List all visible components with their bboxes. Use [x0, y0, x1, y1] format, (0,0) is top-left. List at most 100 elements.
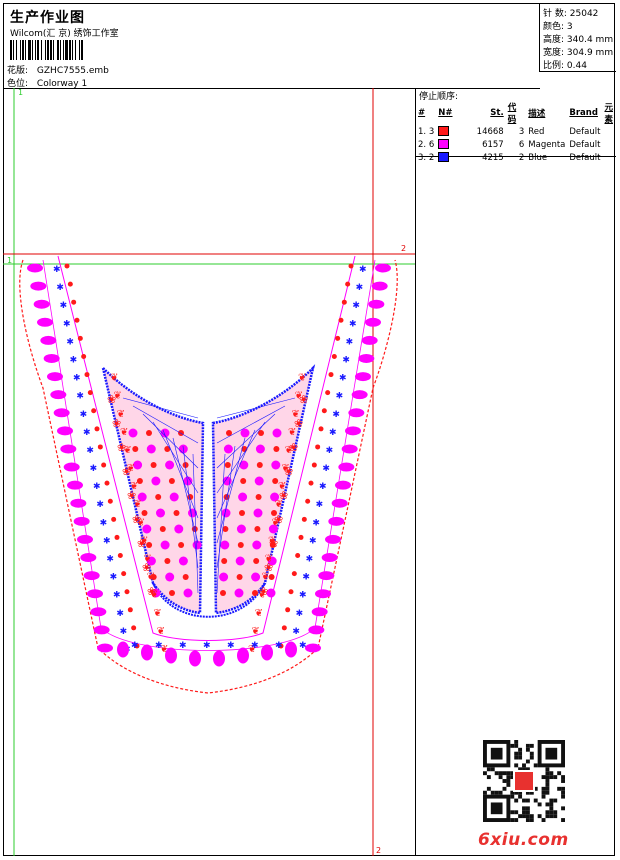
svg-text:✱: ✱	[275, 641, 283, 651]
svg-text:❀: ❀	[147, 585, 156, 598]
svg-text:❀: ❀	[289, 441, 298, 454]
svg-text:✱: ✱	[309, 536, 317, 546]
stat-scale: 比例: 0.44	[543, 61, 587, 71]
color-swatch	[438, 126, 450, 137]
design-row: 花版: GZHC7555.emb	[7, 63, 109, 76]
svg-text:✱: ✱	[83, 428, 91, 438]
svg-text:❦: ❦	[157, 626, 165, 637]
svg-text:✱: ✱	[332, 410, 340, 420]
svg-text:✱: ✱	[316, 500, 324, 510]
stop-sequence-table: # N# St. 代码 描述 Brand 元素 1. 3 14668 3 Red…	[417, 101, 616, 164]
svg-text:✱: ✱	[179, 641, 187, 651]
svg-text:❦: ❦	[153, 608, 161, 619]
col-needle: N#	[438, 108, 453, 118]
svg-text:✱: ✱	[100, 518, 108, 528]
svg-text:✱: ✱	[227, 641, 235, 651]
svg-text:❀: ❀	[107, 393, 116, 406]
svg-text:❦: ❦	[110, 373, 118, 384]
svg-text:✱: ✱	[76, 392, 84, 402]
svg-text:✱: ✱	[319, 482, 327, 492]
svg-text:✱: ✱	[155, 641, 163, 651]
svg-text:✱: ✱	[113, 591, 121, 601]
svg-text:✱: ✱	[53, 265, 61, 275]
guide-marker-2-bottom: 2	[376, 846, 382, 855]
col-element: 元素	[604, 103, 613, 125]
svg-text:✱: ✱	[251, 641, 259, 651]
stat-colors: 颜色: 3	[543, 22, 573, 32]
svg-text:✱: ✱	[342, 355, 350, 365]
svg-text:✱: ✱	[80, 410, 88, 420]
svg-text:✱: ✱	[326, 446, 334, 456]
stop-table-header: # N# St. 代码 描述 Brand 元素	[417, 101, 616, 125]
header: 生产作业图 Wilcom(汇 京) 绣饰工作室 花版: GZHC7555.emb…	[3, 3, 540, 89]
qr-code-icon	[483, 740, 565, 822]
page-title: 生产作业图	[10, 10, 85, 26]
svg-text:❀: ❀	[142, 561, 151, 574]
svg-text:✱: ✱	[116, 609, 124, 619]
stat-height: 高度: 340.4 mm	[543, 35, 614, 45]
svg-text:✱: ✱	[322, 464, 330, 474]
svg-text:✱: ✱	[312, 518, 320, 528]
svg-text:✱: ✱	[306, 555, 314, 565]
svg-text:✱: ✱	[73, 374, 81, 384]
color-swatch	[438, 139, 450, 150]
svg-text:❀: ❀	[294, 417, 303, 430]
svg-text:✱: ✱	[103, 536, 111, 546]
svg-text:✱: ✱	[329, 428, 337, 438]
svg-text:❀: ❀	[279, 489, 288, 502]
embroidery-design: ✱ ✱✱ ✱✱ ✱✱ ✱✱ ✱✱ ✱✱ ✱❦ ❦✱ ✱❦ ❦✱ ✱❦ ❦✱ ✱❦ ❦✱ ✱❦ ❦✱ ✱❦ ❦✱ ✱❦ ❦…	[3, 88, 415, 856]
svg-text:✱: ✱	[56, 283, 64, 293]
table-row: 2. 6 6157 6 Magenta Default	[418, 139, 601, 150]
svg-text:✱: ✱	[292, 627, 300, 637]
design-stats: 针 数: 25042 颜色: 3 高度: 340.4 mm 宽度: 304.9 …	[539, 3, 616, 72]
svg-text:✱: ✱	[302, 573, 310, 583]
design-canvas[interactable]: ✱ ✱ ✱ ✱ ✱ ✱ ✱ ✱ ✱ ✱ ✱ ✱ ✱ ✱ ❦ ❦ ✱ ✱ ❦ ❦ ✱ ✱ ❦ ❦ ✱ ✱ ❦ ❦ ✱ ✱ ❦ ❦ ✱ ✱ ❦ ❦ ✱ ✱ ❦ ❦…	[3, 88, 415, 856]
svg-text:❦: ❦	[120, 427, 128, 438]
stat-stitches: 针 数: 25042	[543, 9, 599, 19]
inner-magenta-edge	[57, 255, 356, 641]
table-row: 1. 3 14668 3 Red Default	[418, 126, 601, 137]
table-row: 3. 2 4215 2 Blue Default	[418, 152, 601, 163]
svg-text:❀: ❀	[117, 441, 126, 454]
svg-text:❦: ❦	[251, 626, 259, 637]
svg-text:✱: ✱	[60, 301, 68, 311]
svg-text:✱: ✱	[66, 337, 74, 347]
svg-text:❀: ❀	[259, 585, 268, 598]
svg-text:❀: ❀	[122, 465, 131, 478]
outer-scallop-border	[19, 259, 398, 694]
svg-text:❀: ❀	[284, 465, 293, 478]
svg-text:✱: ✱	[346, 337, 354, 347]
svg-text:❀: ❀	[264, 561, 273, 574]
company-name: Wilcom(汇 京) 绣饰工作室	[10, 29, 119, 39]
svg-text:❀: ❀	[274, 513, 283, 526]
svg-text:✱: ✱	[131, 641, 139, 651]
svg-text:✱: ✱	[70, 355, 78, 365]
col-index: #	[418, 108, 426, 118]
svg-text:✱: ✱	[93, 482, 101, 492]
border-motifs: ✱ ✱✱ ✱✱ ✱✱ ✱✱ ✱✱ ✱✱ ✱❦ ❦✱ ✱❦ ❦✱ ✱❦ ❦✱ ✱❦ ❦✱ ✱❦ ❦✱ ✱❦ ❦✱ ✱❦ ❦…	[27, 263, 391, 667]
stop-sequence-box: 停止顺序: # N# St. 代码 描述 Brand 元素 1. 3 14668	[416, 88, 616, 163]
svg-text:❀: ❀	[299, 393, 308, 406]
svg-text:✱: ✱	[110, 573, 118, 583]
col-stitches: St.	[490, 108, 504, 118]
guide-marker-2-right: 2	[401, 244, 407, 253]
guide-marker-1-top: 1	[18, 88, 24, 97]
svg-text:✱: ✱	[106, 555, 114, 565]
barcode	[10, 40, 155, 60]
design-value: GZHC7555.emb	[36, 66, 109, 76]
svg-text:✱: ✱	[299, 591, 307, 601]
watermark-brand: 6xiu.com	[478, 830, 569, 850]
svg-text:✱: ✱	[349, 319, 357, 329]
color-swatch	[438, 152, 450, 163]
svg-text:✱: ✱	[356, 283, 364, 293]
svg-text:❦: ❦	[255, 608, 263, 619]
col-code: 代码	[507, 103, 517, 125]
svg-text:❀: ❀	[132, 513, 141, 526]
svg-text:✱: ✱	[299, 641, 307, 651]
svg-text:✱: ✱	[63, 319, 71, 329]
svg-text:✱: ✱	[96, 500, 104, 510]
col-brand: Brand	[569, 108, 598, 118]
svg-text:❀: ❀	[112, 417, 121, 430]
svg-text:✱: ✱	[296, 609, 304, 619]
svg-text:✱: ✱	[203, 641, 211, 651]
